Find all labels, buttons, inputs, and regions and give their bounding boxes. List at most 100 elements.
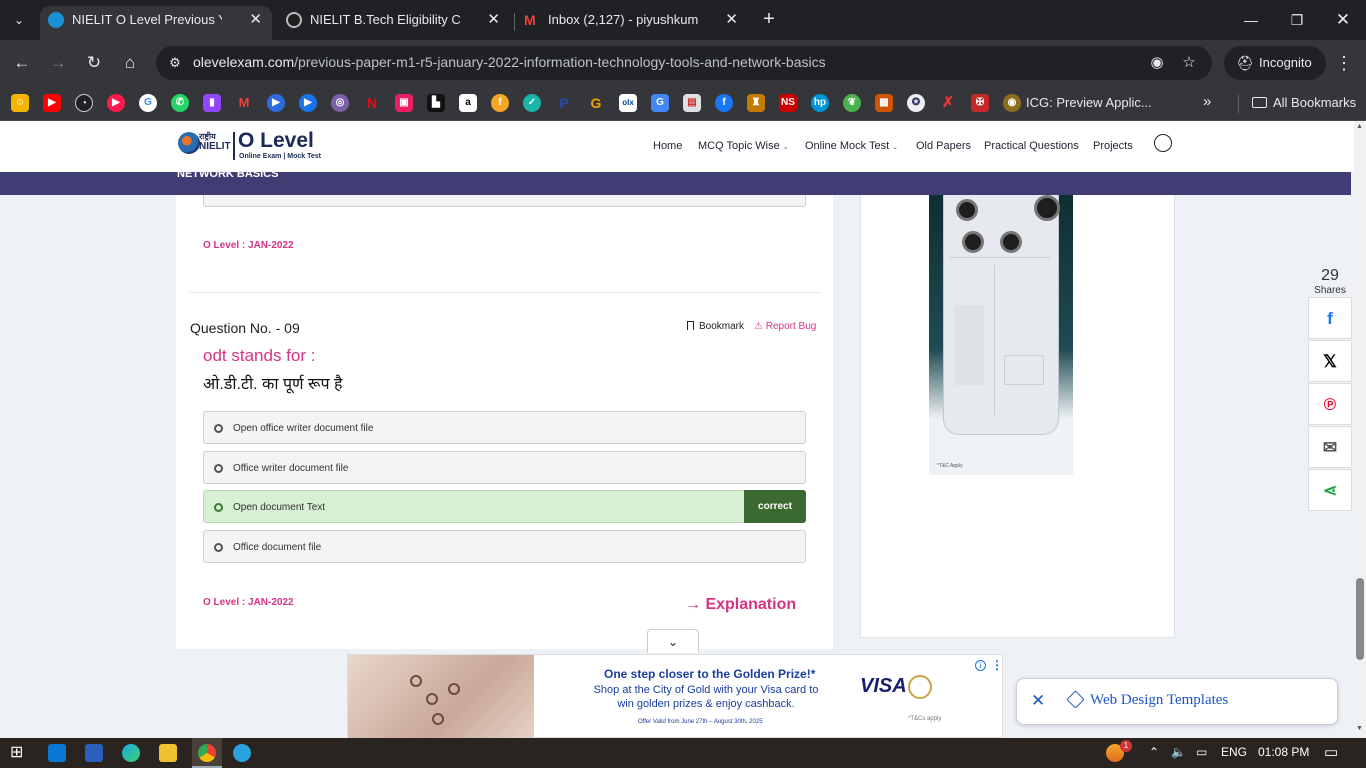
bookmark-google-icon[interactable]: G [139, 94, 157, 112]
logo-nielit-text[interactable]: NIELIT [199, 141, 231, 152]
nav-old-papers[interactable]: Old Papers [916, 140, 971, 152]
bookmark-gmail-icon[interactable]: M [235, 94, 253, 112]
edge-icon[interactable] [122, 744, 140, 762]
option-d[interactable]: Office document file [203, 530, 806, 563]
collapse-ad-chevron-icon[interactable]: ⌄ [647, 629, 699, 653]
bookmark-icg-label[interactable]: ICG: Preview Applic... [1026, 95, 1152, 110]
all-bookmarks-button[interactable]: All Bookmarks [1252, 95, 1356, 110]
vscode-icon[interactable] [48, 744, 66, 762]
close-icon[interactable]: ✕ [1031, 691, 1045, 711]
bookmark-check-icon[interactable]: ✓ [523, 94, 541, 112]
phone-advertisement[interactable]: *T&C Apply [929, 195, 1073, 475]
nav-practical-questions[interactable]: Practical Questions [984, 140, 1079, 152]
email-share-icon[interactable]: ✉ [1308, 426, 1352, 468]
bookmark-olx-icon[interactable]: olx [619, 94, 637, 112]
bookmark-amazon-icon[interactable]: a [459, 94, 477, 112]
close-tab-icon[interactable]: ✕ [487, 6, 500, 34]
bookmark-smiley-icon[interactable]: ☺ [11, 94, 29, 112]
bookmark-video-icon[interactable]: ▶ [299, 94, 317, 112]
ad-info-icon[interactable]: i [975, 660, 986, 671]
bookmark-paypal-icon[interactable]: P [555, 94, 573, 112]
close-tab-icon[interactable]: ✕ [249, 6, 262, 34]
bookmark-youtube-icon[interactable]: ▶ [43, 94, 61, 112]
clock[interactable]: 01:08 PM [1258, 745, 1309, 759]
page-scrollbar[interactable]: ▲ ▼ [1354, 121, 1366, 738]
eye-slash-icon[interactable]: ◉ [1147, 53, 1167, 73]
report-bug-button[interactable]: ⚠ Report Bug [754, 321, 816, 332]
bookmark-button[interactable]: Bookmark [687, 321, 744, 332]
close-tab-icon[interactable]: ✕ [725, 6, 738, 34]
bookmark-g-icon[interactable]: G [587, 94, 605, 112]
pinterest-share-icon[interactable]: ℗ [1308, 383, 1352, 425]
tab-nielit-olevel[interactable]: NIELIT O Level Previous Year So ✕ [40, 6, 272, 40]
address-bar[interactable]: ⚙ olevelexam.com/previous-paper-m1-r5-ja… [156, 46, 1212, 80]
scroll-up-icon[interactable]: ▲ [1356, 123, 1363, 130]
telegram-icon[interactable] [233, 744, 251, 762]
bookmark-unsplash-icon[interactable]: ▙ [427, 94, 445, 112]
nav-home[interactable]: Home [653, 140, 682, 152]
bookmark-facebook-icon[interactable]: f [715, 94, 733, 112]
user-account-icon[interactable] [1154, 134, 1172, 152]
bookmark-india-icon[interactable]: ▩ [875, 94, 893, 112]
explanation-link[interactable]: → Explanation [685, 596, 796, 614]
visa-banner-ad[interactable]: One step closer to the Golden Prize!* Sh… [347, 654, 1003, 738]
site-settings-icon[interactable]: ⚙ [166, 54, 184, 72]
windows-start-icon[interactable]: ⊞ [10, 744, 28, 762]
bookmark-flipkart-icon[interactable]: f [491, 94, 509, 112]
facebook-share-icon[interactable]: f [1308, 297, 1352, 339]
option-a[interactable]: Open office writer document file [203, 411, 806, 444]
tab-gmail-inbox[interactable]: M Inbox (2,127) - piyushkumar346 ✕ [516, 6, 748, 40]
web-design-templates-label[interactable]: Web Design Templates [1090, 692, 1228, 709]
home-icon[interactable]: ⌂ [118, 51, 142, 75]
bookmark-circle-icon[interactable]: ◎ [331, 94, 349, 112]
bookmark-speed-icon[interactable]: ◔ [75, 94, 93, 112]
bookmark-translate-icon[interactable]: G [651, 94, 669, 112]
logo-olevel-text[interactable]: O Level [238, 129, 314, 153]
bookmark-gift-icon[interactable]: ▣ [395, 94, 413, 112]
language-indicator[interactable]: ENG [1221, 745, 1247, 759]
bookmark-music-icon[interactable]: ▶ [107, 94, 125, 112]
nav-mcq-topic-wise[interactable]: MCQ Topic Wise ⌄ [698, 140, 789, 152]
minimize-icon[interactable]: — [1236, 8, 1266, 32]
option-b[interactable]: Office writer document file [203, 451, 806, 484]
bookmark-cross-icon[interactable]: ✠ [971, 94, 989, 112]
bookmark-hp-icon[interactable]: hp [811, 94, 829, 112]
bookmark-twitch-icon[interactable]: ▮ [203, 94, 221, 112]
bookmark-seal-icon[interactable]: ✪ [907, 94, 925, 112]
window-close-icon[interactable]: ✕ [1328, 8, 1358, 32]
restore-icon[interactable]: ❐ [1282, 8, 1312, 32]
bookmark-play-icon[interactable]: ▶ [267, 94, 285, 112]
tray-chevron-icon[interactable]: ⌃ [1149, 745, 1159, 759]
notes-app-icon[interactable] [85, 744, 103, 762]
web-design-templates-banner[interactable]: ✕ Web Design Templates [1016, 678, 1338, 725]
tab-search-chevron-icon[interactable]: ⌄ [6, 8, 32, 32]
option-c[interactable]: Open document Text correct [203, 490, 806, 523]
tab-btech-eligibility[interactable]: NIELIT B.Tech Eligibility Criteria ✕ [278, 6, 510, 40]
bookmark-x-icon[interactable]: ✗ [939, 94, 957, 112]
back-arrow-icon[interactable]: ← [10, 51, 34, 75]
scroll-down-icon[interactable]: ▼ [1356, 725, 1363, 732]
bookmark-icg-icon[interactable]: ◉ [1003, 94, 1021, 112]
browser-menu-icon[interactable]: ⋮ [1334, 51, 1354, 75]
bookmark-whatsapp-icon[interactable]: ✆ [171, 94, 189, 112]
file-explorer-icon[interactable] [159, 744, 177, 762]
ad-menu-icon[interactable]: ⋮ [991, 658, 1003, 672]
network-icon[interactable]: ▭ [1196, 745, 1207, 759]
bookmark-emblem-icon[interactable]: ♜ [747, 94, 765, 112]
incognito-badge[interactable]: ⛑ Incognito [1224, 46, 1326, 80]
volume-icon[interactable]: 🔈 [1171, 745, 1186, 759]
nav-projects[interactable]: Projects [1093, 140, 1133, 152]
bookmark-leaf-icon[interactable]: ❦ [843, 94, 861, 112]
bookmark-netflix-icon[interactable]: N [363, 94, 381, 112]
notifications-icon[interactable]: ▭ [1324, 743, 1338, 761]
new-tab-plus-icon[interactable]: + [758, 8, 780, 30]
chrome-icon[interactable] [198, 744, 216, 762]
reload-icon[interactable]: ↻ [82, 51, 106, 75]
bookmark-ns-icon[interactable]: NS [779, 94, 797, 112]
star-bookmark-icon[interactable]: ☆ [1179, 53, 1199, 73]
scrollbar-thumb[interactable] [1356, 578, 1364, 660]
url-text[interactable]: olevelexam.com/previous-paper-m1-r5-janu… [193, 54, 826, 70]
x-share-icon[interactable]: 𝕏 [1308, 340, 1352, 382]
share-more-icon[interactable]: ⋖ [1308, 469, 1352, 511]
nav-online-mock-test[interactable]: Online Mock Test ⌄ [805, 140, 898, 152]
